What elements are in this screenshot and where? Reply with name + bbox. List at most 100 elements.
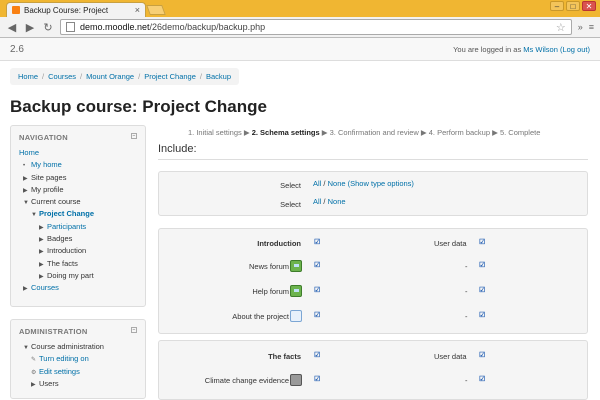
nav-participants[interactable]: Participants [47,222,86,231]
tab-title: Backup Course: Project [24,5,109,15]
extensions-icon[interactable]: » [578,22,583,32]
navigation-tree: Home • My home ▶ Site pages ▶ My profile ▼ C… [19,147,137,295]
activity-label: Help forum [252,287,289,296]
browser-chrome: Backup Course: Project × – □ ✕ ◀ ▶ ↻ dem… [0,0,600,38]
close-tab-icon[interactable]: × [135,5,140,15]
reload-icon[interactable]: ↻ [42,21,54,34]
logout-link[interactable]: (Log out) [560,45,590,54]
select-label: Select [280,200,301,209]
expand-icon[interactable]: ▶ [39,222,47,234]
url-text: demo.moodle.net/26demo/backup/backup.php [80,22,556,32]
user-link[interactable]: Ms Wilson [523,45,558,54]
site-version: 2.6 [10,44,24,55]
expand-icon[interactable]: ▶ [39,234,47,246]
admin-edit-settings[interactable]: Edit settings [39,367,80,376]
section-title: Introduction [257,239,301,248]
collapse-arrow-icon[interactable]: ▼ [31,209,39,221]
expand-icon[interactable]: ▶ [23,283,31,295]
include-heading: Include: [158,143,197,155]
navigation-block: NAVIGATION – Home • My home ▶ Site pages ▶ M… [10,125,146,307]
forum-icon [290,260,302,272]
bookmark-star-icon[interactable]: ☆ [556,21,566,34]
nav-introduction[interactable]: Introduction [47,246,86,255]
pencil-icon: ✎ [31,357,37,364]
window-controls: – □ ✕ [550,1,596,11]
include-checkbox[interactable]: ☑ [314,352,322,360]
user-data-dash: - [465,376,468,385]
page-title: Backup course: Project Change [10,97,267,116]
new-tab-button[interactable] [146,5,166,15]
url-host: demo.moodle.net [80,22,150,32]
user-data-checkbox[interactable]: ☑ [479,239,487,247]
breadcrumb-separator: / [80,72,83,81]
backup-steps: 1. Initial settings ▶ 2. Schema settings… [188,128,541,137]
include-checkbox[interactable]: ☑ [314,239,322,247]
expand-icon[interactable]: ▶ [23,185,31,197]
browser-tab[interactable]: Backup Course: Project × [6,2,146,17]
collapse-icon[interactable]: – [131,327,137,333]
user-data-checkbox[interactable]: ☑ [479,352,487,360]
nav-my-profile[interactable]: My profile [31,185,64,194]
login-prefix: You are logged in as [453,45,524,54]
page-icon [66,22,75,32]
activity-checkbox[interactable]: ☑ [314,376,322,384]
address-bar[interactable]: demo.moodle.net/26demo/backup/backup.php… [60,19,572,35]
select-label: Select [280,181,301,190]
nav-site-pages[interactable]: Site pages [31,173,66,182]
minimize-button[interactable]: – [550,1,564,11]
forward-icon[interactable]: ▶ [24,21,36,34]
breadcrumb-mount-orange[interactable]: Mount Orange [86,72,134,81]
section-introduction-panel: Introduction ☑ User data ☑ News forum ☑ … [158,228,588,334]
nav-badges[interactable]: Badges [47,234,72,243]
breadcrumb-home[interactable]: Home [18,72,38,81]
nav-my-home[interactable]: My home [31,160,62,169]
user-data-checkbox[interactable]: ☑ [479,312,487,320]
breadcrumb-backup[interactable]: Backup [206,72,231,81]
database-icon [290,374,302,386]
select-none-link[interactable]: None [328,197,346,206]
select-row-1: All / None (Show type options) [313,179,414,188]
user-data-checkbox[interactable]: ☑ [479,376,487,384]
show-type-options-link[interactable]: (Show type options) [348,179,414,188]
nav-the-facts[interactable]: The facts [47,259,78,268]
nav-project-change[interactable]: Project Change [39,209,94,218]
navigation-header: NAVIGATION – [19,133,137,142]
select-panel: Select All / None (Show type options) Se… [158,171,588,216]
close-window-button[interactable]: ✕ [582,1,596,11]
activity-checkbox[interactable]: ☑ [314,287,322,295]
activity-checkbox[interactable]: ☑ [314,312,322,320]
bullet-icon: • [23,163,26,170]
expand-icon[interactable]: ▶ [39,259,47,271]
expand-icon[interactable]: ▶ [39,271,47,283]
admin-turn-editing-on[interactable]: Turn editing on [39,354,89,363]
nav-current-course[interactable]: Current course [31,197,81,206]
user-data-checkbox[interactable]: ☑ [479,287,487,295]
expand-icon[interactable]: ▶ [23,173,31,185]
divider [158,159,588,160]
admin-course-administration[interactable]: Course administration [31,342,104,351]
back-icon[interactable]: ◀ [6,21,18,34]
nav-doing-my-part[interactable]: Doing my part [47,271,94,280]
breadcrumb-separator: / [42,72,45,81]
activity-checkbox[interactable]: ☑ [314,262,322,270]
nav-courses[interactable]: Courses [31,283,59,292]
gear-icon: ⚙ [31,369,37,376]
user-data-dash: - [465,312,468,321]
expand-icon[interactable]: ▶ [39,246,47,258]
select-none-link[interactable]: None [328,179,346,188]
breadcrumb-project-change[interactable]: Project Change [144,72,196,81]
collapse-arrow-icon[interactable]: ▼ [23,197,31,209]
maximize-button[interactable]: □ [566,1,580,11]
moodle-header: 2.6 You are logged in as Ms Wilson (Log … [0,38,600,61]
select-row-2: All / None [313,197,346,206]
menu-icon[interactable]: ≡ [589,22,594,32]
admin-users[interactable]: Users [39,379,59,388]
nav-home[interactable]: Home [19,148,39,157]
breadcrumb-courses[interactable]: Courses [48,72,76,81]
breadcrumb-separator: / [138,72,141,81]
expand-icon[interactable]: ▶ [31,379,39,391]
activity-label: News forum [248,262,289,271]
collapse-arrow-icon[interactable]: ▼ [23,342,31,354]
collapse-icon[interactable]: – [131,133,137,139]
user-data-checkbox[interactable]: ☑ [479,262,487,270]
